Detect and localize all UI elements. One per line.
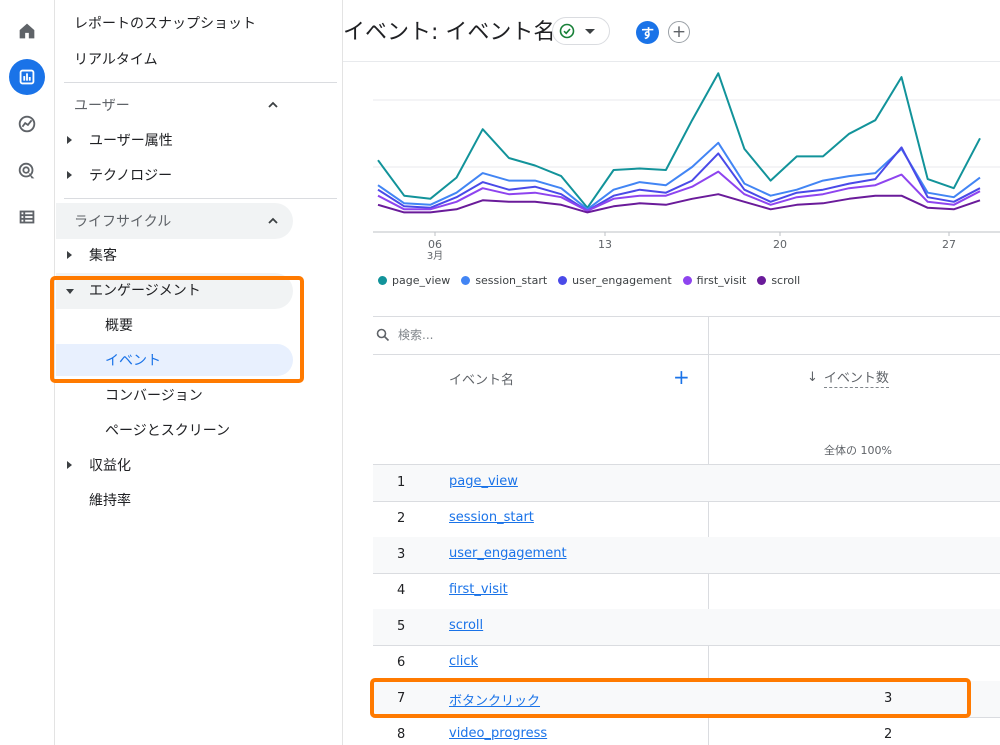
chevron-up-icon[interactable] [266,98,280,112]
nav-divider [64,82,337,83]
legend-dot-icon [378,276,387,285]
table-row[interactable]: 1 page_view [373,465,1000,501]
caret-right-icon [67,171,72,179]
column-header-event-count-label: イベント数 [823,367,889,388]
home-icon [19,23,35,39]
icon-rail [0,0,55,745]
row-number: 8 [397,727,406,742]
column-header-event-count[interactable]: ↓ イベント数 [807,367,889,388]
table-row[interactable]: 5 scroll [373,609,1000,645]
legend-label: first_visit [696,274,747,287]
highlight-row-button-click [370,678,971,718]
x-month-label: 3月 [427,250,443,262]
legend-item[interactable]: session_start [461,274,547,287]
x-tick-label: 27 [942,238,956,251]
chart-legend: page_view session_start user_engagement fir… [378,274,800,287]
chevron-up-icon[interactable] [266,214,280,228]
legend-label: session_start [475,274,548,287]
event-name-link[interactable]: scroll [449,618,483,633]
table-row[interactable]: 8 video_progress 2 [373,717,1000,745]
x-tick-label: 06 [428,238,442,251]
table-row[interactable]: 4 first_visit [373,573,1000,609]
caret-right-icon [67,251,72,259]
legend-dot-icon [461,276,471,285]
report-status-chip[interactable] [552,17,610,45]
legend-item[interactable]: scroll [757,274,800,287]
event-name-link[interactable]: click [449,654,478,669]
home-button[interactable] [9,13,45,49]
event-name-link[interactable]: user_engagement [449,546,567,561]
reports-button[interactable] [9,59,45,95]
column-total-percent: 全体の 100% [824,444,892,457]
add-comparison-button[interactable]: + [668,21,690,43]
legend-item[interactable]: page_view [378,274,450,287]
row-number: 5 [397,619,406,634]
search-input[interactable] [398,328,598,342]
legend-item[interactable]: first_visit [682,274,747,287]
event-name-link[interactable]: session_start [449,510,534,525]
configure-icon [19,210,35,224]
column-header-event-name[interactable]: イベント名 [449,369,514,388]
report-header: イベント: イベント名 す + [343,0,1000,62]
sort-arrow-icon: ↓ [807,370,818,385]
legend-label: page_view [392,274,451,287]
legend-dot-icon [757,276,767,285]
event-count-value: 2 [884,727,893,742]
table-row[interactable]: 6 click [373,645,1000,681]
caret-right-icon [67,461,72,469]
row-number: 4 [397,583,406,598]
x-tick-label: 13 [598,238,612,251]
configure-button[interactable] [9,199,45,235]
add-dimension-button[interactable]: + [673,367,690,387]
nav-pages-screens[interactable]: ページとスクリーン [105,415,230,445]
nav-divider [64,198,337,199]
nav-snapshot[interactable]: レポートのスナップショット [74,8,256,38]
reports-icon [19,69,35,85]
row-number: 2 [397,511,406,526]
event-name-link[interactable]: page_view [449,474,518,489]
table-border [373,354,1000,355]
event-name-link[interactable]: video_progress [449,726,547,741]
section-lifecycle[interactable]: ライフサイクル [74,206,171,236]
table-row[interactable]: 3 user_engagement [373,537,1000,573]
legend-item[interactable]: user_engagement [558,274,672,287]
caret-right-icon [67,136,72,144]
nav-technology[interactable]: テクノロジー [89,160,172,190]
nav-realtime[interactable]: リアルタイム [74,44,158,74]
search-icon [376,328,390,342]
explore-icon [18,115,36,133]
table-row[interactable]: 2 session_start [373,501,1000,537]
chevron-down-icon [585,28,595,34]
highlight-engagement-group [50,276,304,383]
row-number: 1 [397,475,406,490]
nav-acquisition[interactable]: 集客 [89,240,117,270]
row-number: 6 [397,655,406,670]
x-tick-label: 20 [773,238,787,251]
nav-retention[interactable]: 維持率 [89,485,131,515]
legend-dot-icon [682,276,692,285]
row-number: 3 [397,547,406,562]
nav-monetization[interactable]: 収益化 [89,450,131,480]
event-line-chart: 06 13 20 27 3月 [373,72,1000,262]
page-title: イベント: イベント名 [343,20,556,45]
legend-label: scroll [771,274,801,287]
check-circle-icon [559,23,575,39]
legend-label: user_engagement [572,274,672,287]
event-name-link[interactable]: first_visit [449,582,508,597]
section-user[interactable]: ユーザー [74,90,130,120]
nav-conversions[interactable]: コンバージョン [105,380,203,410]
avatar[interactable]: す [636,21,659,44]
series-line-session-start [377,141,981,211]
table-search [373,316,708,354]
nav-user-attributes[interactable]: ユーザー属性 [89,125,173,155]
advertising-button[interactable] [9,153,45,189]
advertising-icon [18,162,35,179]
legend-dot-icon [558,276,568,285]
explore-button[interactable] [9,106,45,142]
series-line-scroll [377,193,981,214]
